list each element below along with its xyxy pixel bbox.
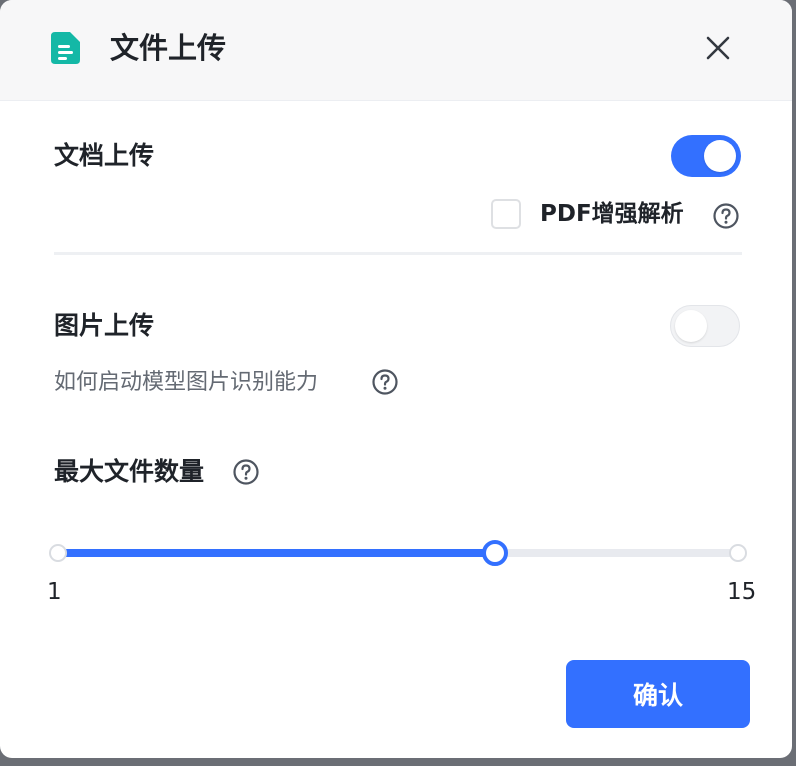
pdf-enhance-checkbox[interactable] xyxy=(491,199,521,229)
file-upload-dialog: 文件上传 文档上传 PDF增强解析 图片上传 如何启动模型图片识别能力 最大文件… xyxy=(0,0,792,758)
image-recognition-hint: 如何启动模型图片识别能力 xyxy=(54,370,319,395)
image-upload-label: 图片上传 xyxy=(54,311,155,340)
slider-max-dot xyxy=(729,544,747,562)
close-icon[interactable] xyxy=(700,30,736,66)
slider-min-dot xyxy=(49,544,67,562)
slider-thumb[interactable] xyxy=(482,540,509,566)
toggle-knob xyxy=(675,310,707,342)
help-icon[interactable] xyxy=(232,458,260,486)
document-icon xyxy=(51,32,80,64)
slider-fill xyxy=(58,549,496,557)
help-icon[interactable] xyxy=(712,202,740,230)
document-upload-toggle[interactable] xyxy=(671,135,741,177)
slider-min-label: 1 xyxy=(47,579,62,605)
max-files-label: 最大文件数量 xyxy=(54,457,205,486)
section-divider xyxy=(54,252,742,255)
image-upload-toggle[interactable] xyxy=(670,305,740,347)
toggle-knob xyxy=(704,140,736,172)
dialog-title: 文件上传 xyxy=(110,31,227,65)
pdf-enhance-label: PDF增强解析 xyxy=(540,201,684,227)
dialog-header: 文件上传 xyxy=(0,0,792,101)
slider-max-label: 15 xyxy=(727,579,757,605)
help-icon[interactable] xyxy=(371,368,399,396)
confirm-button[interactable]: 确认 xyxy=(566,660,750,728)
document-upload-label: 文档上传 xyxy=(54,141,155,170)
